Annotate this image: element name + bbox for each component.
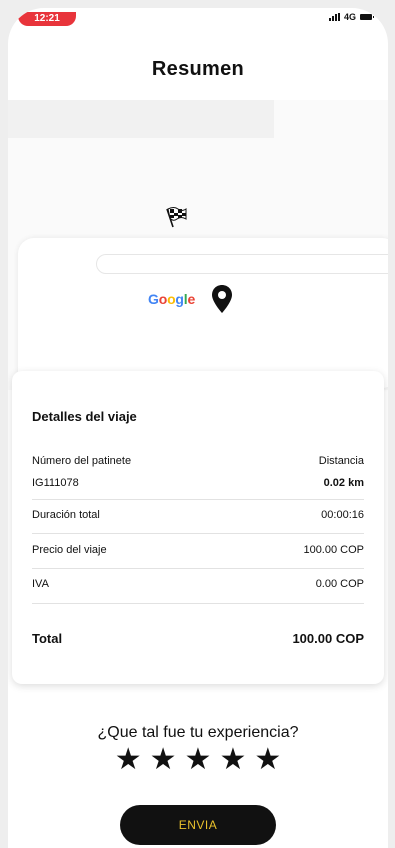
status-time: 12:21 xyxy=(18,12,76,26)
scooter-number-label: Número del patinete xyxy=(32,455,132,467)
price-label: Precio del viaje xyxy=(32,544,107,556)
star-2-icon[interactable]: ★ xyxy=(150,742,177,778)
star-5-icon[interactable]: ★ xyxy=(254,742,281,778)
google-logo: Google xyxy=(148,291,196,307)
send-button[interactable]: ENVIA xyxy=(120,805,276,845)
experience-question: ¿Que tal fue tu experiencia? xyxy=(97,724,299,741)
network-label: 4G xyxy=(343,12,356,22)
distance-value: 0.02 km xyxy=(323,477,364,489)
scooter-number-value: IG111078 xyxy=(32,477,79,489)
signal-icon xyxy=(328,13,340,21)
duration-value: 00:00:16 xyxy=(321,509,364,521)
price-value: 100.00 COP xyxy=(303,544,364,556)
total-label: Total xyxy=(32,631,63,646)
distance-label: Distancia xyxy=(318,455,364,467)
divider xyxy=(32,499,364,500)
trip-details-title: Detalles del viaje xyxy=(32,409,137,424)
page-title: Resumen xyxy=(151,58,245,80)
phone-screen: 12:21 4G Resumen Google Detalles del via… xyxy=(8,8,388,848)
rating-stars[interactable]: ★ ★ ★ ★ ★ xyxy=(8,742,388,778)
total-value: 100.00 COP xyxy=(292,631,364,646)
divider xyxy=(32,568,364,569)
divider xyxy=(32,533,364,534)
divider xyxy=(32,603,364,604)
map-road-strip xyxy=(96,254,388,274)
checkered-flag-icon xyxy=(166,207,187,228)
map-road xyxy=(8,100,274,138)
star-1-icon[interactable]: ★ xyxy=(115,742,142,778)
trip-details-card: Detalles del viaje Número del patinete D… xyxy=(12,371,384,684)
location-pin-icon xyxy=(212,285,232,313)
trip-map[interactable] xyxy=(8,100,388,390)
star-3-icon[interactable]: ★ xyxy=(185,742,212,778)
tax-value: 0.00 COP xyxy=(315,578,364,590)
tax-label: IVA xyxy=(32,578,49,590)
battery-icon xyxy=(360,14,374,20)
status-indicators: 4G xyxy=(328,12,374,22)
duration-label: Duración total xyxy=(32,509,100,521)
star-4-icon[interactable]: ★ xyxy=(219,742,246,778)
